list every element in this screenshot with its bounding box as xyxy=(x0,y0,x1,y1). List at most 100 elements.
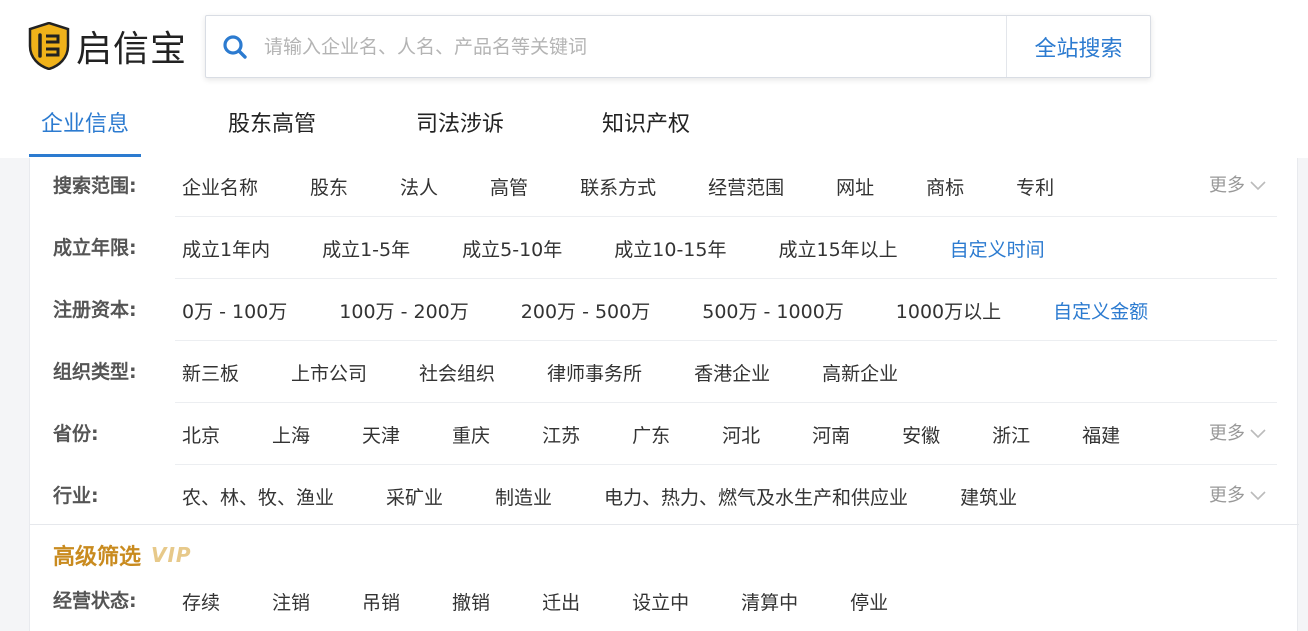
filter-option[interactable]: 江苏 xyxy=(542,421,580,448)
filter-row-years: 成立年限: 成立1年内 成立1-5年 成立5-10年 成立10-15年 成立15… xyxy=(30,217,1299,279)
filter-label: 注册资本: xyxy=(53,299,137,321)
filter-option[interactable]: 迁出 xyxy=(542,588,580,615)
filter-option[interactable]: 高新企业 xyxy=(822,359,898,386)
filter-option[interactable]: 上海 xyxy=(272,421,310,448)
filter-options: 存续 注销 吊销 撤销 迁出 设立中 清算中 停业 xyxy=(182,570,940,631)
filter-option[interactable]: 重庆 xyxy=(452,421,490,448)
filter-option[interactable]: 制造业 xyxy=(495,483,552,510)
filter-label: 搜索范围: xyxy=(53,175,137,197)
custom-amount-link[interactable]: 自定义金额 xyxy=(1053,297,1148,324)
filter-row-capital: 注册资本: 0万 - 100万 100万 - 200万 200万 - 500万 … xyxy=(30,279,1299,341)
filter-options: 新三板 上市公司 社会组织 律师事务所 香港企业 高新企业 xyxy=(182,341,950,403)
filter-row-industry: 行业: 农、林、牧、渔业 采矿业 制造业 电力、热力、燃气及水生产和供应业 建筑… xyxy=(30,465,1299,527)
filter-option[interactable]: 撤销 xyxy=(452,588,490,615)
filter-option[interactable]: 成立1-5年 xyxy=(322,235,410,262)
site-search-button[interactable]: 全站搜索 xyxy=(1006,16,1150,77)
filter-option[interactable]: 0万 - 100万 xyxy=(182,297,287,324)
filter-option[interactable]: 成立1年内 xyxy=(182,235,270,262)
more-button[interactable]: 更多 xyxy=(1209,465,1267,527)
filter-option[interactable]: 北京 xyxy=(182,421,220,448)
filter-option[interactable]: 采矿业 xyxy=(386,483,443,510)
filter-option[interactable]: 广东 xyxy=(632,421,670,448)
filter-option[interactable]: 股东 xyxy=(310,173,348,200)
more-button[interactable]: 更多 xyxy=(1209,403,1267,465)
tab-intellectual-property[interactable]: 知识产权 xyxy=(590,100,702,157)
filter-label: 行业: xyxy=(53,485,99,507)
filter-option[interactable]: 200万 - 500万 xyxy=(521,297,650,324)
filter-option[interactable]: 经营范围 xyxy=(708,173,784,200)
more-label: 更多 xyxy=(1209,423,1245,444)
filter-option[interactable]: 河北 xyxy=(722,421,760,448)
filter-option[interactable]: 清算中 xyxy=(741,588,798,615)
filter-option[interactable]: 成立10-15年 xyxy=(614,235,726,262)
filter-options: 0万 - 100万 100万 - 200万 200万 - 500万 500万 -… xyxy=(182,279,1200,341)
filter-option[interactable]: 天津 xyxy=(362,421,400,448)
filter-option[interactable]: 商标 xyxy=(926,173,964,200)
filter-option[interactable]: 律师事务所 xyxy=(547,359,642,386)
advanced-filter-label: 高级筛选 xyxy=(53,545,142,570)
filter-option[interactable]: 河南 xyxy=(812,421,850,448)
tab-litigation[interactable]: 司法涉诉 xyxy=(404,100,516,157)
header: 启信宝 全站搜索 企业信息 股东高管 司法涉诉 知识产权 xyxy=(0,0,1308,158)
filter-row-scope: 搜索范围: 企业名称 股东 法人 高管 联系方式 经营范围 网址 商标 专利 更… xyxy=(30,155,1299,217)
search-icon[interactable] xyxy=(206,16,264,77)
advanced-filter-title: 高级筛选 VIP xyxy=(53,539,192,571)
filter-option[interactable]: 香港企业 xyxy=(694,359,770,386)
filter-option[interactable]: 成立15年以上 xyxy=(778,235,897,262)
filter-option[interactable]: 吊销 xyxy=(362,588,400,615)
filter-label: 组织类型: xyxy=(53,361,137,383)
chevron-down-icon xyxy=(1250,491,1266,501)
filter-option[interactable]: 建筑业 xyxy=(960,483,1017,510)
more-button[interactable]: 更多 xyxy=(1209,155,1267,217)
filter-option[interactable]: 法人 xyxy=(400,173,438,200)
filter-row-org-type: 组织类型: 新三板 上市公司 社会组织 律师事务所 香港企业 高新企业 xyxy=(30,341,1299,403)
filter-option[interactable]: 福建 xyxy=(1082,421,1120,448)
chevron-down-icon xyxy=(1250,429,1266,439)
logo[interactable]: 启信宝 xyxy=(28,22,187,70)
filter-options: 企业名称 股东 法人 高管 联系方式 经营范围 网址 商标 专利 xyxy=(182,155,1106,217)
filter-options: 北京 上海 天津 重庆 江苏 广东 河北 河南 安徽 浙江 福建 xyxy=(182,403,1172,465)
filter-option[interactable]: 安徽 xyxy=(902,421,940,448)
shield-logo-icon xyxy=(28,22,70,70)
filter-option[interactable]: 农、林、牧、渔业 xyxy=(182,483,334,510)
filter-row-province: 省份: 北京 上海 天津 重庆 江苏 广东 河北 河南 安徽 浙江 福建 更多 xyxy=(30,403,1299,465)
filter-option[interactable]: 成立5-10年 xyxy=(462,235,562,262)
filter-label: 成立年限: xyxy=(53,237,137,259)
filter-option[interactable]: 电力、热力、燃气及水生产和供应业 xyxy=(604,483,908,510)
custom-time-link[interactable]: 自定义时间 xyxy=(950,235,1045,262)
filter-option[interactable]: 高管 xyxy=(490,173,528,200)
search-box: 全站搜索 xyxy=(205,15,1151,78)
filter-row-status: 经营状态: 存续 注销 吊销 撤销 迁出 设立中 清算中 停业 xyxy=(30,570,1299,631)
filter-panel-card: 搜索范围: 企业名称 股东 法人 高管 联系方式 经营范围 网址 商标 专利 更… xyxy=(29,155,1299,631)
filter-options: 农、林、牧、渔业 采矿业 制造业 电力、热力、燃气及水生产和供应业 建筑业 xyxy=(182,465,1069,527)
filter-option[interactable]: 注销 xyxy=(272,588,310,615)
filter-option[interactable]: 100万 - 200万 xyxy=(339,297,468,324)
filter-option[interactable]: 网址 xyxy=(836,173,874,200)
nav-tabs: 企业信息 股东高管 司法涉诉 知识产权 xyxy=(0,100,1308,158)
vip-badge: VIP xyxy=(151,543,192,567)
filter-option[interactable]: 停业 xyxy=(850,588,888,615)
filter-label: 省份: xyxy=(53,423,99,445)
filter-option[interactable]: 1000万以上 xyxy=(896,297,1001,324)
chevron-down-icon xyxy=(1250,181,1266,191)
filter-option[interactable]: 上市公司 xyxy=(291,359,367,386)
tab-shareholders[interactable]: 股东高管 xyxy=(216,100,328,157)
filter-option[interactable]: 浙江 xyxy=(992,421,1030,448)
search-input[interactable] xyxy=(264,16,1006,77)
filter-option[interactable]: 500万 - 1000万 xyxy=(702,297,844,324)
filter-option[interactable]: 新三板 xyxy=(182,359,239,386)
filter-option[interactable]: 设立中 xyxy=(632,588,689,615)
filter-option[interactable]: 社会组织 xyxy=(419,359,495,386)
filter-label: 经营状态: xyxy=(53,590,137,612)
filter-option[interactable]: 专利 xyxy=(1016,173,1054,200)
filter-option[interactable]: 联系方式 xyxy=(580,173,656,200)
more-label: 更多 xyxy=(1209,175,1245,196)
more-label: 更多 xyxy=(1209,485,1245,506)
logo-text: 启信宝 xyxy=(76,29,188,70)
filter-option[interactable]: 企业名称 xyxy=(182,173,258,200)
section-divider xyxy=(30,524,1299,525)
filter-panel: 搜索范围: 企业名称 股东 法人 高管 联系方式 经营范围 网址 商标 专利 更… xyxy=(0,158,1308,631)
filter-options: 成立1年内 成立1-5年 成立5-10年 成立10-15年 成立15年以上 自定… xyxy=(182,217,1097,279)
tab-company-info[interactable]: 企业信息 xyxy=(29,100,142,157)
filter-option[interactable]: 存续 xyxy=(182,588,220,615)
